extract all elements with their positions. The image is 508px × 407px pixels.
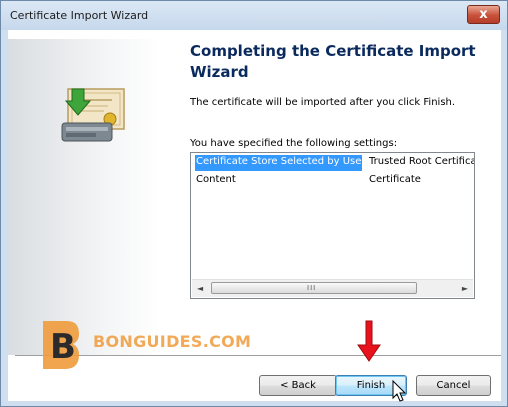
red-arrow-icon <box>357 320 381 362</box>
watermark-logo: B <box>43 321 79 369</box>
page-title: Completing the Certificate Import Wizard <box>190 42 476 81</box>
cancel-button[interactable]: Cancel <box>416 375 491 396</box>
certificate-import-icon <box>61 88 125 142</box>
settings-list[interactable]: Certificate Store Selected by User Trust… <box>190 152 475 299</box>
scroll-right-icon[interactable]: ► <box>462 284 468 293</box>
setting-value: Trusted Root Certifica <box>369 156 475 167</box>
wizard-window: Certificate Import Wizard x Completing t… <box>0 0 508 407</box>
scroll-left-icon[interactable]: ◄ <box>197 284 203 293</box>
wizard-content: Completing the Certificate Import Wizard… <box>8 30 501 401</box>
close-icon: x <box>479 7 488 22</box>
close-button[interactable]: x <box>467 5 500 24</box>
mouse-cursor-icon <box>392 380 407 402</box>
watermark-text: BONGUIDES.COM <box>93 332 252 351</box>
description-text: The certificate will be imported after y… <box>190 97 456 108</box>
back-button[interactable]: < Back <box>259 375 337 396</box>
scroll-thumb[interactable]: III <box>211 282 417 294</box>
scroll-grip: III <box>307 284 317 292</box>
wizard-side-panel <box>8 39 161 355</box>
divider <box>15 355 501 356</box>
setting-name: Content <box>196 174 236 185</box>
horizontal-scrollbar[interactable]: ◄ III ► <box>192 279 473 297</box>
list-item[interactable]: Content Certificate <box>193 172 474 189</box>
setting-name: Certificate Store Selected by User <box>196 156 366 167</box>
list-item[interactable]: Certificate Store Selected by User Trust… <box>193 154 475 171</box>
watermark-logo-letter: B <box>50 327 76 367</box>
title-bar[interactable]: Certificate Import Wizard x <box>1 1 507 30</box>
settings-label: You have specified the following setting… <box>190 138 398 149</box>
setting-value: Certificate <box>369 174 421 185</box>
window-title: Certificate Import Wizard <box>10 9 149 22</box>
